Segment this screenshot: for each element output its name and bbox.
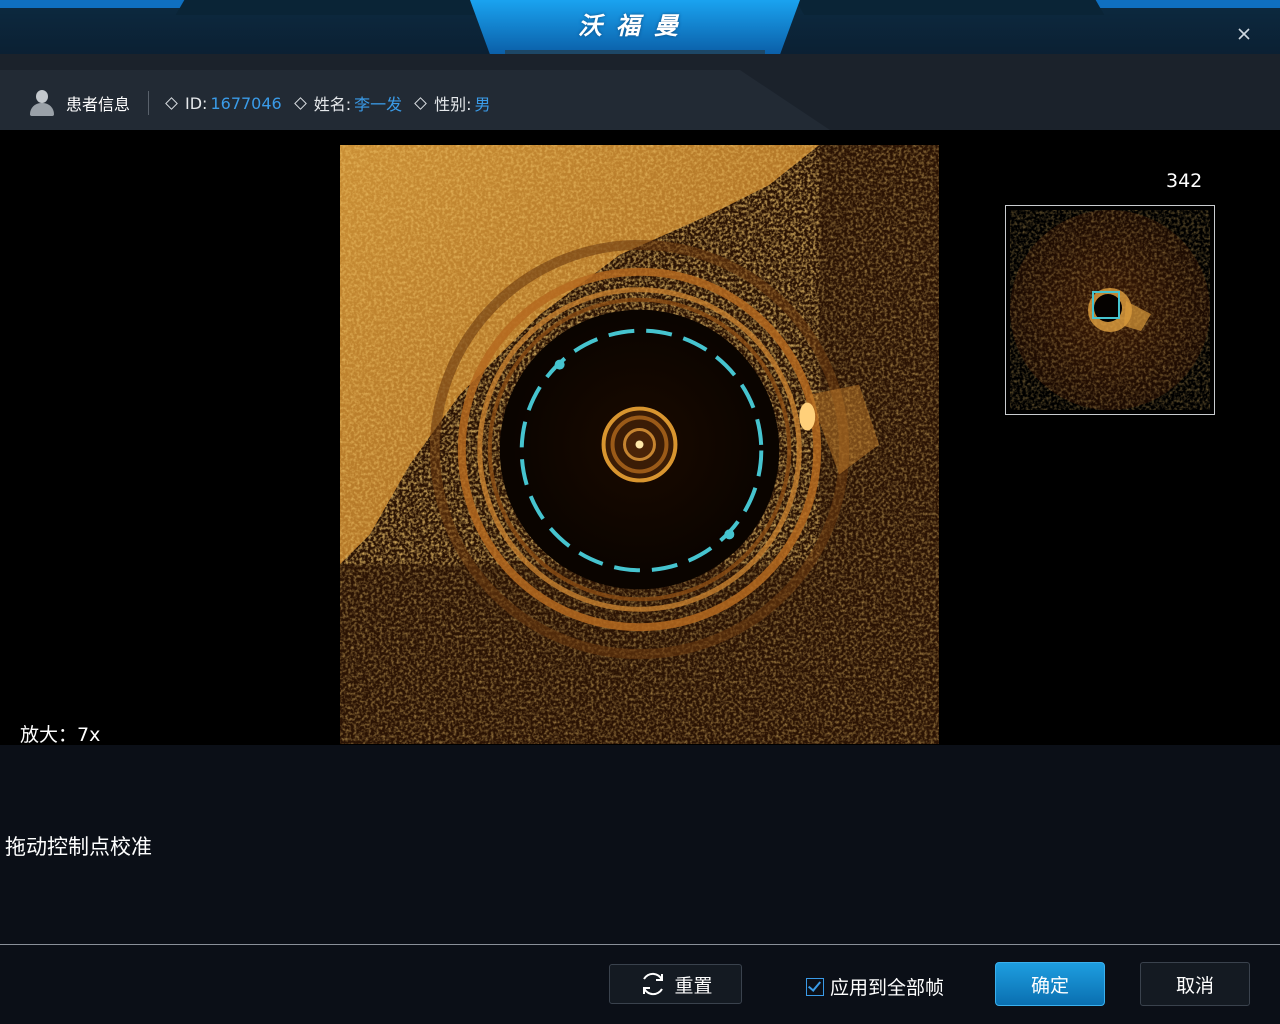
navigator-thumbnail[interactable] (1005, 205, 1215, 415)
oct-image[interactable] (340, 145, 939, 744)
refresh-icon (643, 972, 664, 996)
patient-name-label: 姓名: (313, 95, 352, 114)
control-point[interactable] (554, 359, 565, 370)
footer-bar: 重置 应用到全部帧 确定 取消 (0, 945, 1280, 1024)
apply-all-checkbox[interactable]: 应用到全部帧 (806, 973, 944, 1000)
patient-gender-value: 男 (474, 95, 491, 114)
diamond-icon (165, 96, 178, 110)
info-panel: 拖动控制点校准 (0, 745, 1280, 945)
confirm-button[interactable]: 确定 (995, 962, 1105, 1006)
instruction-text: 拖动控制点校准 (5, 835, 152, 859)
cancel-button[interactable]: 取消 (1140, 962, 1250, 1006)
app-title: 沃福曼 (578, 12, 692, 40)
diamond-icon (414, 96, 428, 110)
divider (148, 91, 150, 115)
patient-info-bar: 患者信息 ID: 1677046 姓名: 李一发 性别: 男 (0, 54, 1280, 130)
diamond-icon (293, 96, 307, 110)
patient-id-label: ID: (185, 93, 208, 113)
patient-gender-field: 性别: 男 (414, 91, 491, 115)
title-decor-left (175, 0, 485, 15)
close-icon (1238, 28, 1250, 40)
reset-button[interactable]: 重置 (609, 964, 742, 1004)
apply-all-label: 应用到全部帧 (830, 977, 945, 999)
title-bar: 沃福曼 (0, 0, 1280, 54)
control-point[interactable] (724, 529, 735, 540)
checkbox-checked-icon[interactable] (806, 977, 824, 996)
close-button[interactable] (1232, 22, 1256, 46)
patient-info-label: 患者信息 (66, 95, 131, 114)
patient-name-value: 李一发 (354, 95, 403, 114)
patient-id-value: 1677046 (210, 93, 282, 113)
patient-gender-label: 性别: (434, 95, 472, 114)
user-icon (30, 90, 54, 116)
image-viewer: 342 放大：7x (0, 130, 1280, 746)
zoom-level: 放大：7x (20, 724, 101, 746)
frame-number: 342 (1166, 170, 1203, 192)
reset-label: 重置 (674, 974, 713, 997)
title-decor-right (795, 0, 1105, 15)
patient-name-field: 姓名: 李一发 (293, 91, 403, 115)
patient-id-field: ID: 1677046 (165, 93, 282, 113)
